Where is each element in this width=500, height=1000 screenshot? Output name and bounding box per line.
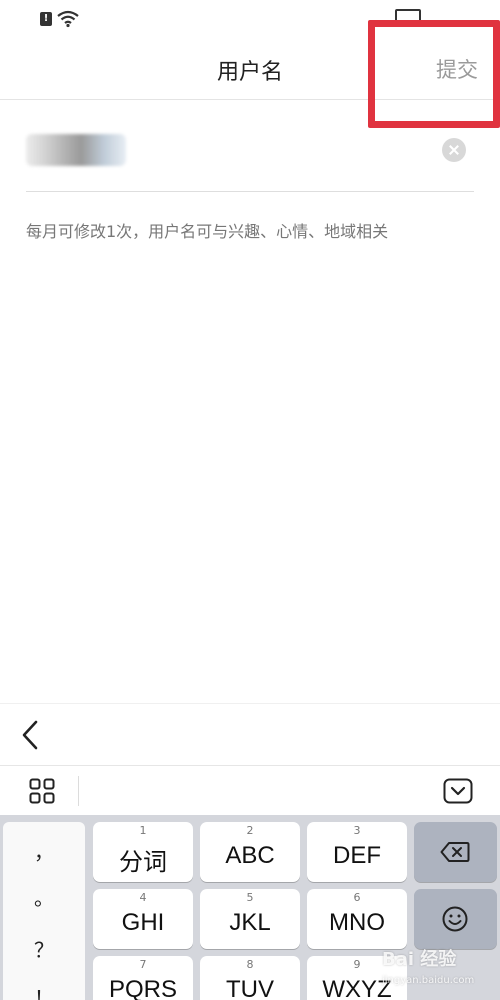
key-7-pqrs[interactable]: 7 PQRS: [93, 956, 193, 1000]
punctuation-column[interactable]: ， 。 ？ ！: [3, 822, 85, 1000]
key-label: PQRS: [108, 976, 177, 1000]
key-4-ghi[interactable]: 4 GHI: [93, 889, 193, 949]
key-1-segment[interactable]: 1 分词: [93, 822, 193, 882]
key-number: 8: [246, 958, 254, 971]
chevron-left-icon[interactable]: [16, 718, 46, 752]
submit-button[interactable]: 提交: [436, 54, 478, 84]
key-number: 3: [353, 824, 361, 837]
key-8-tuv[interactable]: 8 TUV: [200, 956, 300, 1000]
watermark-subtext: jingyan.baidu.com: [382, 975, 475, 986]
hide-keyboard-icon[interactable]: [443, 778, 473, 804]
punct-period[interactable]: 。: [3, 882, 85, 911]
key-3-def[interactable]: 3 DEF: [307, 822, 407, 882]
punct-question[interactable]: ？: [3, 934, 85, 963]
key-2-abc[interactable]: 2 ABC: [200, 822, 300, 882]
backspace-icon: [440, 842, 470, 862]
key-label: DEF: [333, 842, 381, 869]
key-5-jkl[interactable]: 5 JKL: [200, 889, 300, 949]
toolbar-divider: [78, 776, 79, 806]
key-number: 6: [353, 891, 361, 904]
nav-bar: 用户名 提交: [0, 36, 500, 100]
key-label: TUV: [226, 976, 274, 1000]
key-label: ABC: [225, 842, 275, 869]
key-number: 4: [139, 891, 147, 904]
watermark: Bai 经验 jingyan.baidu.com: [382, 945, 474, 986]
key-6-mno[interactable]: 6 MNO: [307, 889, 407, 949]
username-input-value[interactable]: [26, 134, 126, 166]
emoji-key[interactable]: [414, 889, 497, 949]
candidate-bar: [0, 703, 500, 765]
keyboard-toolbar: [0, 765, 500, 815]
status-bar: !: [0, 0, 500, 36]
punct-comma[interactable]: ，: [3, 836, 85, 865]
key-number: 5: [246, 891, 254, 904]
grid-menu-icon[interactable]: [29, 778, 55, 804]
key-number: 2: [246, 824, 254, 837]
page-title: 用户名: [216, 60, 283, 85]
key-number: 1: [139, 824, 147, 837]
watermark-text: Bai 经验: [382, 949, 457, 970]
key-number: 7: [139, 958, 147, 971]
sim-alert-icon: !: [40, 12, 52, 26]
key-label: 分词: [119, 849, 167, 876]
username-hint: 每月可修改1次，用户名可与兴趣、心情、地域相关: [26, 222, 389, 241]
username-field[interactable]: [26, 118, 474, 192]
clear-icon[interactable]: [442, 138, 466, 162]
backspace-key[interactable]: [414, 822, 497, 882]
key-label: GHI: [121, 909, 165, 936]
battery-icon: [395, 9, 421, 23]
emoji-icon: [442, 906, 468, 932]
key-label: MNO: [329, 909, 385, 936]
wifi-icon: [57, 10, 79, 28]
key-label: JKL: [229, 909, 271, 936]
punct-exclaim[interactable]: ！: [3, 982, 85, 1000]
